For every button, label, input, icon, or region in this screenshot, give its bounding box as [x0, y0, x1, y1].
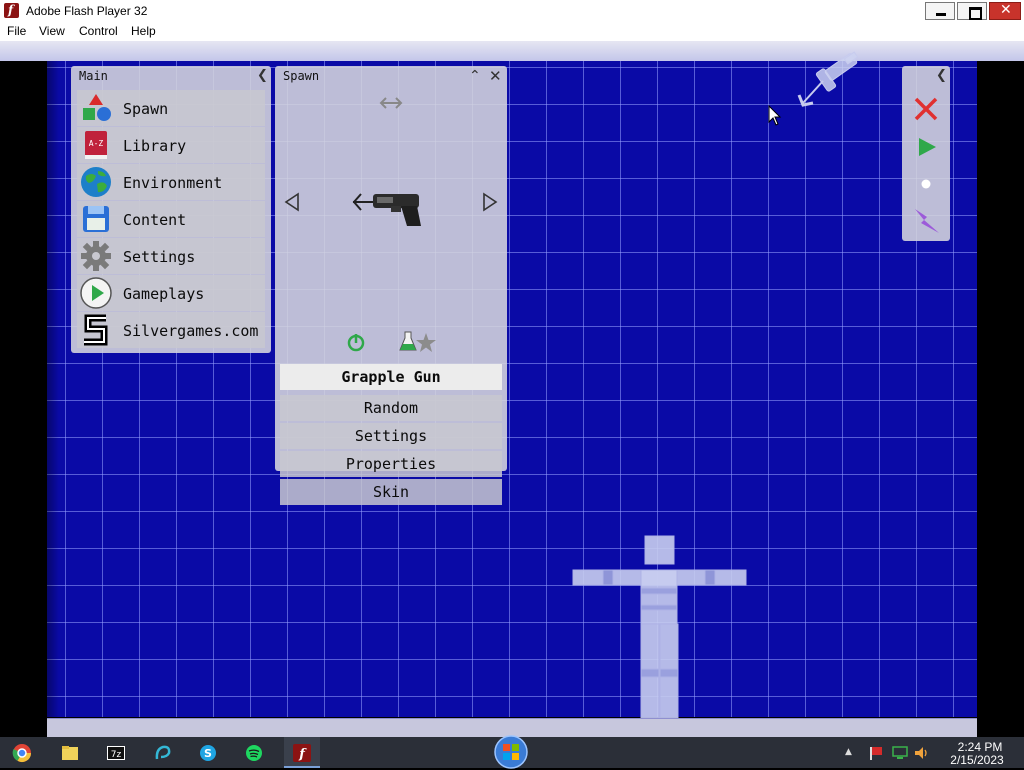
- chevron-up-icon[interactable]: ⌃: [469, 68, 481, 84]
- menu-bar: File View Control Help: [0, 22, 1024, 41]
- maximize-button[interactable]: [957, 2, 987, 20]
- window-title: Adobe Flash Player 32: [26, 4, 148, 18]
- collapse-left-icon[interactable]: ❮: [936, 68, 947, 83]
- main-item-label: Environment: [123, 174, 223, 192]
- flash-icon: f: [293, 744, 311, 762]
- flash-icon: f: [4, 3, 19, 18]
- flask-star-icon[interactable]: [399, 330, 437, 354]
- clock-date[interactable]: 2/15/2023: [944, 753, 1010, 767]
- close-icon[interactable]: ✕: [489, 67, 502, 85]
- menu-help[interactable]: Help: [131, 24, 156, 38]
- main-item-settings[interactable]: Settings: [77, 238, 265, 274]
- silvergames-logo-icon: [84, 314, 108, 346]
- app-icon[interactable]: [153, 743, 173, 763]
- 7zip-icon[interactable]: 7z: [106, 743, 126, 763]
- svg-text:A-Z: A-Z: [89, 139, 104, 148]
- menu-control[interactable]: Control: [79, 24, 118, 38]
- book-icon: A-Z: [85, 131, 107, 159]
- main-item-library[interactable]: A-Z Library: [77, 127, 265, 163]
- gear-icon: [81, 241, 111, 271]
- grapple-gun-preview-icon: [352, 193, 421, 226]
- main-item-label: Library: [123, 137, 187, 155]
- clock-time[interactable]: 2:24 PM: [950, 740, 1010, 754]
- main-item-environment[interactable]: Environment: [77, 164, 265, 200]
- spawn-option-settings[interactable]: Settings: [280, 423, 502, 449]
- menu-file[interactable]: File: [7, 24, 26, 38]
- start-button-icon[interactable]: [493, 734, 529, 770]
- main-item-silvergames[interactable]: Silvergames.com: [77, 312, 265, 348]
- minimize-button[interactable]: [925, 2, 955, 20]
- main-item-label: Settings: [123, 248, 196, 266]
- close-window-button[interactable]: ✕: [989, 2, 1021, 20]
- ragdoll-figure[interactable]: [570, 533, 750, 718]
- taskbar: 7z S f ▲ 2:24 PM 2/15/2023: [0, 734, 1024, 770]
- previous-item-icon[interactable]: [284, 192, 300, 212]
- flag-icon[interactable]: [868, 746, 884, 760]
- skype-icon[interactable]: S: [198, 743, 218, 763]
- play-icon: [80, 277, 112, 309]
- collapse-left-icon[interactable]: ❮: [257, 68, 268, 83]
- shapes-icon: [83, 94, 111, 121]
- close-icon[interactable]: [913, 96, 939, 122]
- main-item-label: Content: [123, 211, 187, 229]
- tray-expand-icon[interactable]: ▲: [845, 747, 852, 757]
- taskbar-active-app[interactable]: f: [284, 737, 320, 768]
- window-titlebar: f Adobe Flash Player 32 ✕: [0, 0, 1024, 22]
- main-item-gameplays[interactable]: Gameplays: [77, 275, 265, 311]
- next-item-icon[interactable]: [482, 192, 498, 212]
- power-toggle-icon[interactable]: [346, 332, 366, 352]
- volume-icon[interactable]: [914, 746, 930, 760]
- spawn-option-random[interactable]: Random: [280, 395, 502, 421]
- network-icon[interactable]: [892, 746, 908, 760]
- tool-panel: ❮: [902, 66, 950, 241]
- floppy-disk-icon: [83, 206, 109, 232]
- dot-icon[interactable]: [920, 178, 932, 190]
- globe-icon: [81, 167, 111, 197]
- main-item-label: Spawn: [123, 100, 169, 118]
- stage-top-strip: [0, 41, 1024, 61]
- lightning-icon[interactable]: [912, 206, 942, 236]
- spawn-option-skin[interactable]: Skin: [280, 479, 502, 505]
- mouse-cursor-icon: [768, 105, 782, 126]
- menu-view[interactable]: View: [39, 24, 65, 38]
- grapple-gun-world-icon[interactable]: [795, 51, 865, 113]
- main-panel-title: Main: [79, 69, 108, 83]
- spotify-icon[interactable]: [244, 743, 264, 763]
- selected-item-grapple-gun[interactable]: Grapple Gun: [280, 364, 502, 390]
- play-icon[interactable]: [916, 136, 938, 158]
- game-stage: Main ❮ Spawn A-Z Library Environment Con…: [0, 41, 1024, 737]
- spawn-panel-title: Spawn: [283, 69, 320, 83]
- main-panel-header: Main ❮: [71, 66, 271, 86]
- main-item-spawn[interactable]: Spawn: [77, 90, 265, 126]
- spawn-panel: Spawn ⌃ ✕ Grapple Gun Random Settings Pr…: [275, 66, 507, 505]
- chrome-icon[interactable]: [12, 743, 32, 763]
- main-item-content[interactable]: Content: [77, 201, 265, 237]
- flip-arrows-icon[interactable]: [378, 96, 404, 110]
- spawn-option-properties[interactable]: Properties: [280, 451, 502, 477]
- main-item-label: Gameplays: [123, 285, 205, 303]
- spawn-panel-header: Spawn ⌃ ✕: [275, 66, 507, 86]
- folder-icon[interactable]: [60, 743, 80, 763]
- main-item-label: Silvergames.com: [123, 322, 259, 340]
- svg-text:S: S: [204, 747, 212, 760]
- main-panel: Main ❮ Spawn A-Z Library Environment Con…: [71, 66, 271, 353]
- svg-text:7z: 7z: [111, 750, 122, 760]
